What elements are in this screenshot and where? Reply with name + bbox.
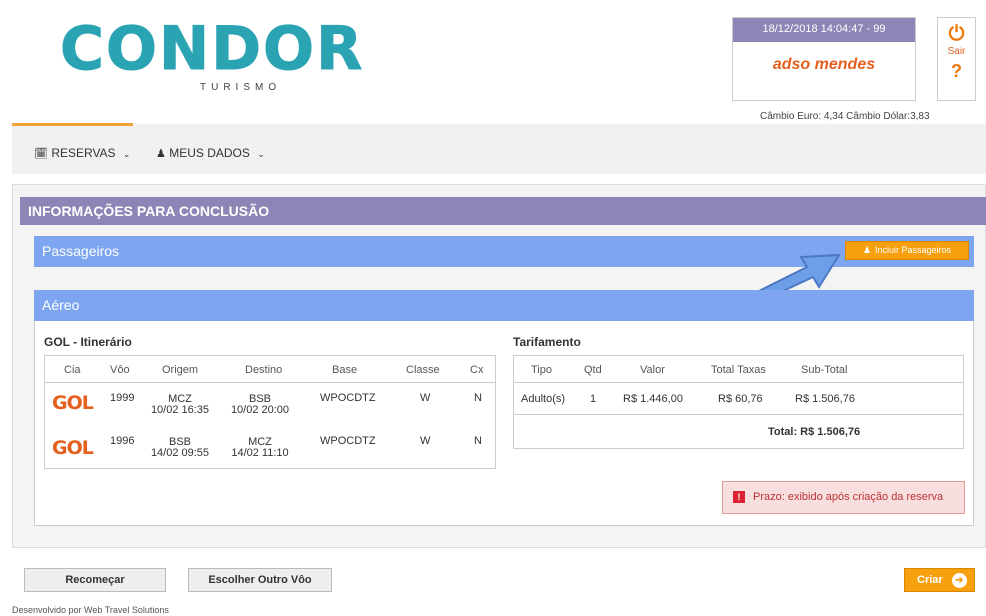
origin-datetime: 10/02 16:35 [150,404,210,416]
choose-other-flight-button[interactable]: Escolher Outro Vôo [188,568,332,592]
destination: BSB 10/02 20:00 [230,394,290,416]
destination-datetime: 14/02 11:10 [231,447,289,459]
nav-meus-dados-label: MEUS DADOS [169,146,250,160]
origin: MCZ 10/02 16:35 [150,394,210,416]
flight-number: 1999 [110,392,135,404]
col-header: Tipo [531,364,552,376]
nav-meus-dados[interactable]: ♟ MEUS DADOS ⌄ [156,146,265,160]
user-panel: 18/12/2018 14:04:47 - 99 adso mendes [732,17,916,101]
fare-base: WPOCDTZ [320,392,376,404]
session-datetime: 18/12/2018 14:04:47 - 99 [733,18,915,42]
logout-button[interactable]: Sair [938,46,975,57]
brand-sub: TURISMO [200,82,282,93]
arrow-right-icon: ➜ [951,572,967,588]
col-header: Cx [470,364,484,376]
col-header: Total Taxas [711,364,766,376]
restart-button[interactable]: Recomeçar [24,568,166,592]
col-header: Sub-Total [801,364,848,376]
logout-panel: ⏻ Sair ? [937,17,976,101]
chevron-down-icon: ⌄ [122,149,131,159]
nav-active-indicator [12,123,133,126]
fare-class: W [420,435,431,447]
fare-subtotal: R$ 1.506,76 [795,393,855,405]
col-header: Vôo [110,364,130,376]
fare-qty: 1 [590,393,597,405]
divider [44,382,496,383]
col-header: Valor [640,364,665,376]
add-passengers-button[interactable]: ♟ Incluir Passageiros [845,241,969,260]
col-header: Classe [406,364,440,376]
create-button-label: Criar [917,574,943,586]
col-header: Destino [245,364,283,376]
nav-reservas-label: RESERVAS [51,146,116,160]
cx: N [474,392,482,404]
col-header: Origem [162,364,199,376]
divider [513,382,964,383]
air-bar: Aéreo [34,290,974,321]
col-header: Base [332,364,358,376]
col-header: Cia [64,364,81,376]
cx: N [474,435,482,447]
section-title: INFORMAÇÕES PARA CONCLUSÃO [20,197,986,225]
footer-credit: Desenvolvido por Web Travel Solutions [12,605,169,615]
flight-number: 1996 [110,435,135,447]
help-icon[interactable]: ? [938,61,975,82]
fare-value: R$ 1.446,00 [623,393,683,405]
exchange-rates: Câmbio Euro: 4,34 Câmbio Dólar:3,83 [760,111,930,122]
nav-reservas[interactable]: 🗓 RESERVAS ⌄ [34,146,130,160]
user-icon: ♟ [862,245,872,255]
origin: BSB 14/02 09:55 [150,437,210,459]
divider [513,414,964,415]
chevron-down-icon: ⌄ [257,149,265,159]
add-passengers-label: Incluir Passageiros [875,245,952,255]
fare-type: Adulto(s) [521,393,566,405]
destination-datetime: 10/02 20:00 [230,404,290,416]
destination: MCZ 14/02 11:10 [230,437,290,459]
fare-total: Total: R$ 1.506,76 [768,426,861,438]
user-name: adso mendes [772,56,876,73]
alert-icon: ! [733,491,745,503]
col-header: Qtd [584,364,602,376]
user-icon: ♟ [156,148,166,160]
fare-base: WPOCDTZ [320,435,376,447]
calendar-icon: 🗓 [34,148,48,160]
fare-class: W [420,392,431,404]
gol-logo: GOL [52,437,94,459]
deadline-alert: Prazo: exibido após criação da reserva [722,481,965,514]
itinerary-title: GOL - Itinerário [44,335,132,349]
origin-datetime: 14/02 09:55 [150,447,210,459]
fare-title: Tarifamento [513,335,581,349]
gol-logo: GOL [52,392,94,414]
brand-logo: CONDOR [59,14,365,85]
fare-taxes: R$ 60,76 [718,393,763,405]
create-button[interactable]: Criar ➜ [904,568,975,592]
power-icon[interactable]: ⏻ [938,24,975,44]
